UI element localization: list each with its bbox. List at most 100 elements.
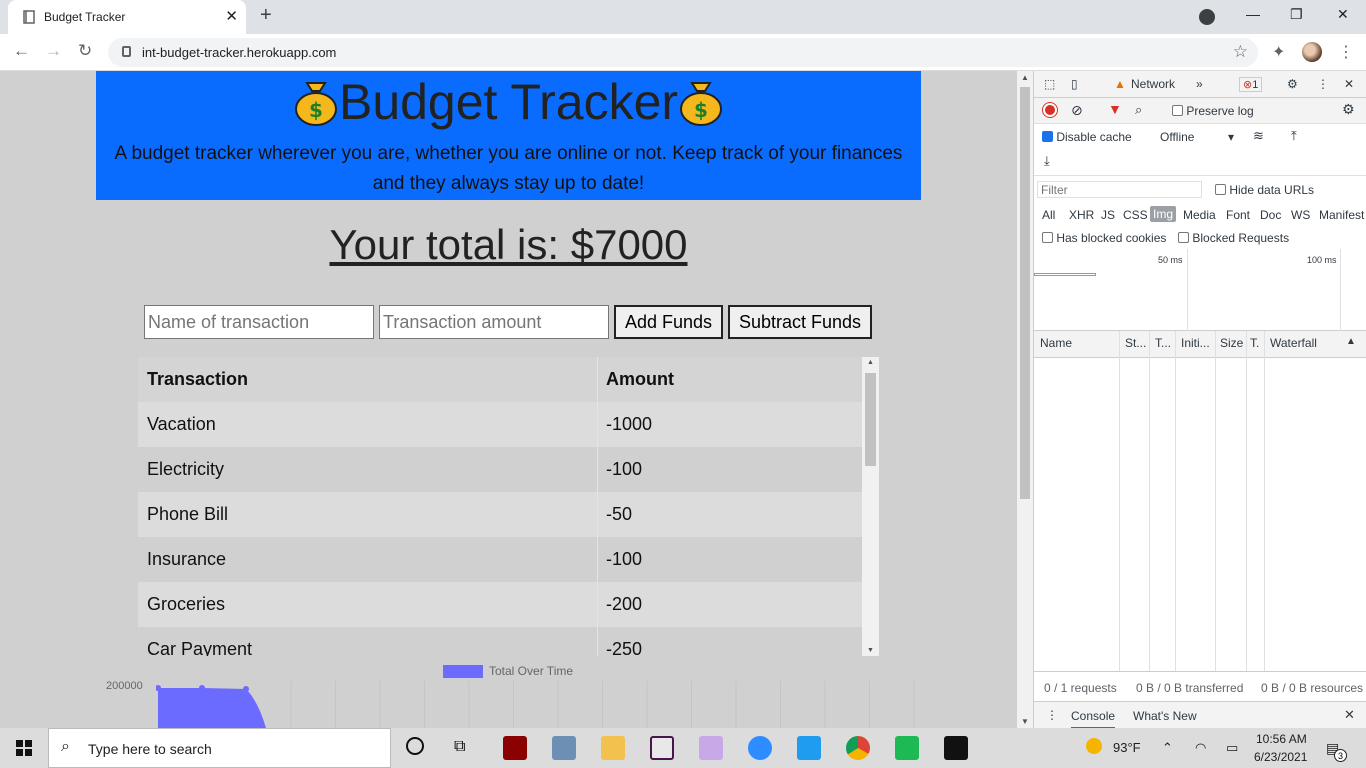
table-scrollbar[interactable]: ▲ ▼ — [862, 357, 879, 656]
column-time[interactable]: T. — [1250, 336, 1259, 350]
page-scroll-down-icon[interactable]: ▼ — [1021, 717, 1029, 726]
vscode-icon[interactable] — [797, 736, 821, 760]
network-overview[interactable]: 50 ms 100 ms — [1034, 249, 1366, 331]
tab-close-icon[interactable]: ✕ — [225, 7, 238, 25]
zoom-icon[interactable] — [748, 736, 772, 760]
weather-sun-icon[interactable] — [1086, 738, 1102, 754]
import-har-icon[interactable]: ⤒ — [1291, 128, 1297, 144]
browser-menu-icon[interactable]: ⋮ — [1338, 42, 1354, 62]
table-scroll-thumb[interactable] — [865, 373, 876, 466]
reload-button[interactable]: ↻ — [78, 41, 92, 61]
minimize-button[interactable]: — — [1246, 6, 1260, 22]
power-app-icon[interactable] — [503, 736, 527, 760]
preserve-log-checkbox[interactable]: Preserve log — [1172, 104, 1254, 118]
column-initiator[interactable]: Initi... — [1181, 336, 1210, 350]
tab-search-icon[interactable] — [1199, 9, 1215, 25]
extensions-icon[interactable]: ✦ — [1272, 42, 1285, 62]
column-name[interactable]: Name — [1040, 336, 1072, 350]
has-blocked-cookies-checkbox[interactable]: Has blocked cookies — [1042, 231, 1166, 245]
blocked-requests-checkbox[interactable]: Blocked Requests — [1178, 231, 1289, 245]
transaction-name-input[interactable] — [144, 305, 374, 339]
export-har-icon[interactable]: ⤓ — [1044, 153, 1050, 169]
chrome-icon[interactable] — [846, 736, 870, 760]
disable-cache-checkbox[interactable]: Disable cache — [1042, 130, 1132, 144]
back-button[interactable]: ← — [13, 41, 30, 61]
task-view-icon[interactable]: ⧉ — [454, 738, 465, 756]
type-filter-js[interactable]: JS — [1101, 208, 1115, 222]
calculator-icon[interactable] — [552, 736, 576, 760]
transaction-amount-input[interactable] — [379, 305, 609, 339]
browser-tab-budget-tracker[interactable]: Budget Tracker ✕ — [8, 0, 246, 34]
column-waterfall[interactable]: Waterfall — [1270, 336, 1317, 350]
tab-network[interactable]: Network — [1131, 77, 1175, 91]
spotify-icon[interactable] — [895, 736, 919, 760]
settings-gear-icon[interactable]: ⚙ — [1287, 77, 1298, 91]
drawer-tab-whats-new[interactable]: What's New — [1133, 709, 1197, 723]
scroll-down-arrow-icon[interactable]: ▼ — [867, 647, 874, 654]
network-icon[interactable]: ◠ — [1195, 740, 1206, 756]
filter-input[interactable] — [1037, 181, 1202, 198]
slack-icon[interactable] — [650, 736, 674, 760]
type-filter-doc[interactable]: Doc — [1260, 208, 1281, 222]
column-type[interactable]: T... — [1155, 336, 1171, 350]
drawer-tab-console[interactable]: Console — [1071, 709, 1116, 729]
restore-button[interactable]: ❐ — [1290, 6, 1303, 23]
windows-start-icon[interactable] — [16, 740, 32, 756]
address-bar[interactable]: int-budget-tracker.herokuapp.com ☆ — [108, 38, 1258, 67]
page-scroll-up-icon[interactable]: ▲ — [1021, 73, 1029, 82]
type-filter-manifest[interactable]: Manifest — [1319, 208, 1364, 222]
network-status-bar: 0 / 1 requests 0 B / 0 B transferred 0 B… — [1034, 671, 1366, 701]
network-settings-icon[interactable]: ⚙ — [1342, 101, 1355, 118]
forward-button[interactable]: → — [45, 41, 62, 61]
throttling-select[interactable]: Offline ▾ — [1160, 130, 1240, 144]
clock-date[interactable]: 6/23/2021 — [1254, 750, 1307, 764]
clock-time[interactable]: 10:56 AM — [1256, 732, 1307, 746]
type-filter-media[interactable]: Media — [1183, 208, 1216, 222]
file-explorer-icon[interactable] — [601, 736, 625, 760]
page-scroll-thumb[interactable] — [1020, 87, 1030, 499]
column-size[interactable]: Size — [1220, 336, 1243, 350]
network-conditions-icon[interactable]: ≋ — [1253, 128, 1264, 144]
weather-temp[interactable]: 93°F — [1113, 740, 1141, 755]
device-toolbar-icon[interactable]: ▯ — [1071, 77, 1078, 91]
error-count-badge[interactable]: ⊗1 — [1239, 77, 1263, 92]
legend-swatch[interactable] — [443, 665, 483, 678]
taskbar-search-box[interactable]: ⌕ Type here to search — [48, 728, 391, 768]
column-status[interactable]: St... — [1125, 336, 1146, 350]
bookmark-star-icon[interactable]: ☆ — [1233, 42, 1248, 62]
record-icon[interactable] — [1043, 103, 1057, 117]
tray-expand-icon[interactable]: ⌃ — [1162, 740, 1173, 756]
sort-ascending-icon[interactable]: ▲ — [1346, 336, 1356, 347]
filter-funnel-icon[interactable]: ▼ — [1108, 101, 1122, 117]
add-funds-button[interactable]: Add Funds — [614, 305, 723, 339]
search-icon[interactable]: ⌕ — [1135, 102, 1142, 118]
hide-data-urls-checkbox[interactable]: Hide data URLs — [1215, 183, 1314, 197]
type-filter-css[interactable]: CSS — [1123, 208, 1148, 222]
cortana-icon[interactable] — [406, 737, 424, 755]
chart-point[interactable] — [199, 685, 205, 691]
clear-icon[interactable]: ⊘ — [1071, 102, 1083, 119]
app-icon[interactable] — [699, 736, 723, 760]
inspect-element-icon[interactable]: ⬚ — [1044, 77, 1055, 91]
type-filter-all[interactable]: All — [1042, 208, 1055, 222]
terminal-icon[interactable] — [944, 736, 968, 760]
type-filter-xhr[interactable]: XHR — [1069, 208, 1094, 222]
lock-icon[interactable] — [122, 46, 131, 57]
profile-avatar[interactable] — [1302, 42, 1322, 62]
keyboard-icon[interactable]: ▭ — [1226, 740, 1238, 756]
drawer-menu-icon[interactable]: ⋮ — [1046, 708, 1058, 722]
app-subtitle: A budget tracker wherever you are, wheth… — [96, 139, 921, 199]
type-filter-img[interactable]: Img — [1150, 206, 1177, 222]
devtools-close-icon[interactable]: ✕ — [1344, 77, 1354, 91]
drawer-close-icon[interactable]: ✕ — [1344, 707, 1355, 723]
more-tabs-button[interactable]: » — [1196, 77, 1203, 91]
new-tab-button[interactable]: + — [260, 4, 272, 27]
type-filter-font[interactable]: Font — [1226, 208, 1250, 222]
window-close-button[interactable]: ✕ — [1337, 6, 1349, 23]
devtools-menu-icon[interactable]: ⋮ — [1317, 77, 1329, 91]
type-filter-ws[interactable]: WS — [1291, 208, 1310, 222]
scroll-up-arrow-icon[interactable]: ▲ — [867, 359, 874, 366]
page-scrollbar[interactable]: ▲ ▼ — [1017, 71, 1033, 728]
chart-point[interactable] — [243, 686, 249, 692]
subtract-funds-button[interactable]: Subtract Funds — [728, 305, 872, 339]
